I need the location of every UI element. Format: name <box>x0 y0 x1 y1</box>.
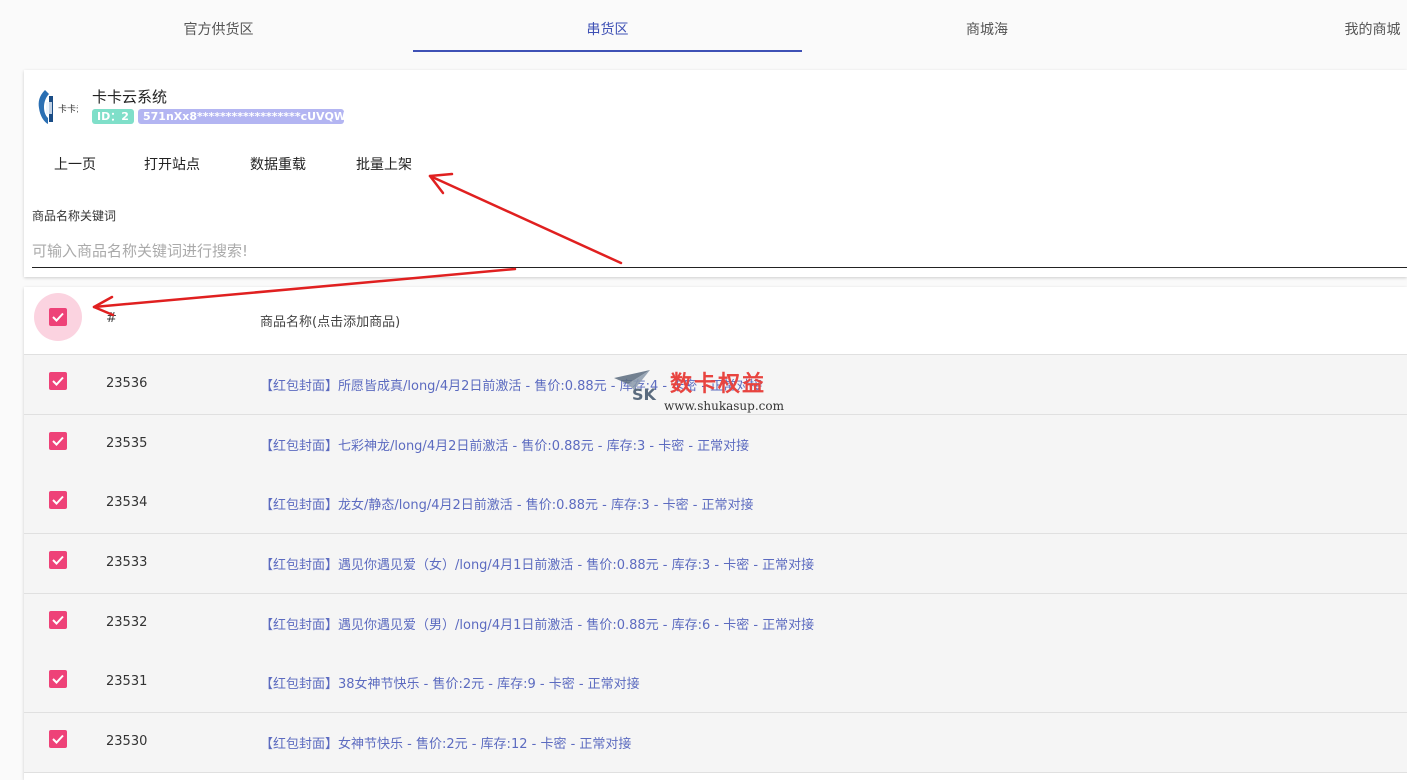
row-id: 23534 <box>106 495 148 510</box>
row-id: 23530 <box>106 734 148 749</box>
row-id: 23536 <box>106 376 148 391</box>
active-tab-indicator <box>413 50 802 52</box>
row-checkbox[interactable] <box>49 551 67 569</box>
search-input[interactable] <box>32 235 1407 268</box>
store-card: 卡卡云 卡卡云系统 ID：2 571nXx8******************… <box>24 70 1407 277</box>
table-row: 23533 【红包封面】遇见你遇见爱（女）/long/4月1日前激活 - 售价:… <box>24 534 1407 594</box>
checkmark-icon <box>52 312 64 322</box>
row-id: 23531 <box>106 674 148 689</box>
header-name[interactable]: 商品名称(点击添加商品) <box>260 311 400 330</box>
row-checkbox[interactable] <box>49 372 67 390</box>
checkmark-icon <box>52 555 64 565</box>
row-checkbox[interactable] <box>49 730 67 748</box>
table-row: 23534 【红包封面】龙女/静态/long/4月2日前激活 - 售价:0.88… <box>24 474 1407 534</box>
row-product-link[interactable]: 【红包封面】遇见你遇见爱（男）/long/4月1日前激活 - 售价:0.88元 … <box>260 614 814 633</box>
store-name: 卡卡云系统 <box>92 88 168 106</box>
row-product-link[interactable]: 【红包封面】遇见你遇见爱（女）/long/4月1日前激活 - 售价:0.88元 … <box>260 554 814 573</box>
reload-data-button[interactable]: 数据重载 <box>250 154 306 174</box>
checkmark-icon <box>52 734 64 744</box>
svg-text:卡卡云: 卡卡云 <box>58 103 78 115</box>
row-checkbox[interactable] <box>49 611 67 629</box>
tab-official-supply[interactable]: 官方供货区 <box>24 0 413 54</box>
top-tabs: 官方供货区 串货区 商城海 我的商城 <box>0 0 1407 54</box>
select-all-checkbox[interactable] <box>49 308 67 326</box>
row-product-link[interactable]: 【红包封面】38女神节快乐 - 售价:2元 - 库存:9 - 卡密 - 正常对接 <box>260 673 640 692</box>
product-table: # 商品名称(点击添加商品) 23536 【红包封面】所愿皆成真/long/4月… <box>24 287 1407 780</box>
row-id: 23533 <box>106 555 148 570</box>
row-product-link[interactable]: 【红包封面】女神节快乐 - 售价:2元 - 库存:12 - 卡密 - 正常对接 <box>260 733 631 752</box>
tab-my-mall[interactable]: 我的商城 <box>1320 0 1407 54</box>
open-site-button[interactable]: 打开站点 <box>144 154 200 174</box>
table-row: 23530 【红包封面】女神节快乐 - 售价:2元 - 库存:12 - 卡密 -… <box>24 713 1407 773</box>
store-key-badge: 571nXx8******************cUVQWoh <box>138 109 344 124</box>
checkmark-icon <box>52 674 64 684</box>
table-header: # 商品名称(点击添加商品) <box>24 287 1407 355</box>
row-checkbox[interactable] <box>49 432 67 450</box>
row-checkbox[interactable] <box>49 670 67 688</box>
header-id: # <box>106 311 117 326</box>
row-product-link[interactable]: 【红包封面】七彩神龙/long/4月2日前激活 - 售价:0.88元 - 库存:… <box>260 435 749 454</box>
row-id: 23532 <box>106 615 148 630</box>
row-id: 23535 <box>106 436 148 451</box>
checkmark-icon <box>52 376 64 386</box>
table-row: 23532 【红包封面】遇见你遇见爱（男）/long/4月1日前激活 - 售价:… <box>24 594 1407 654</box>
row-checkbox[interactable] <box>49 491 67 509</box>
table-row: 23536 【红包封面】所愿皆成真/long/4月2日前激活 - 售价:0.88… <box>24 355 1407 415</box>
tab-cross-goods[interactable]: 串货区 <box>413 0 802 54</box>
row-product-link[interactable]: 【红包封面】所愿皆成真/long/4月2日前激活 - 售价:0.88元 - 库存… <box>260 375 762 394</box>
store-id-badge: ID：2 <box>92 109 134 124</box>
tab-mall-sea[interactable]: 商城海 <box>802 0 1172 54</box>
prev-page-button[interactable]: 上一页 <box>54 154 96 174</box>
checkmark-icon <box>52 436 64 446</box>
checkmark-icon <box>52 495 64 505</box>
table-row: 23535 【红包封面】七彩神龙/long/4月2日前激活 - 售价:0.88元… <box>24 415 1407 475</box>
store-logo-icon: 卡卡云 <box>38 90 78 124</box>
row-product-link[interactable]: 【红包封面】龙女/静态/long/4月2日前激活 - 售价:0.88元 - 库存… <box>260 494 754 513</box>
batch-list-button[interactable]: 批量上架 <box>356 154 412 174</box>
search-label: 商品名称关键词 <box>32 209 117 223</box>
table-row: 23531 【红包封面】38女神节快乐 - 售价:2元 - 库存:9 - 卡密 … <box>24 653 1407 713</box>
checkmark-icon <box>52 615 64 625</box>
